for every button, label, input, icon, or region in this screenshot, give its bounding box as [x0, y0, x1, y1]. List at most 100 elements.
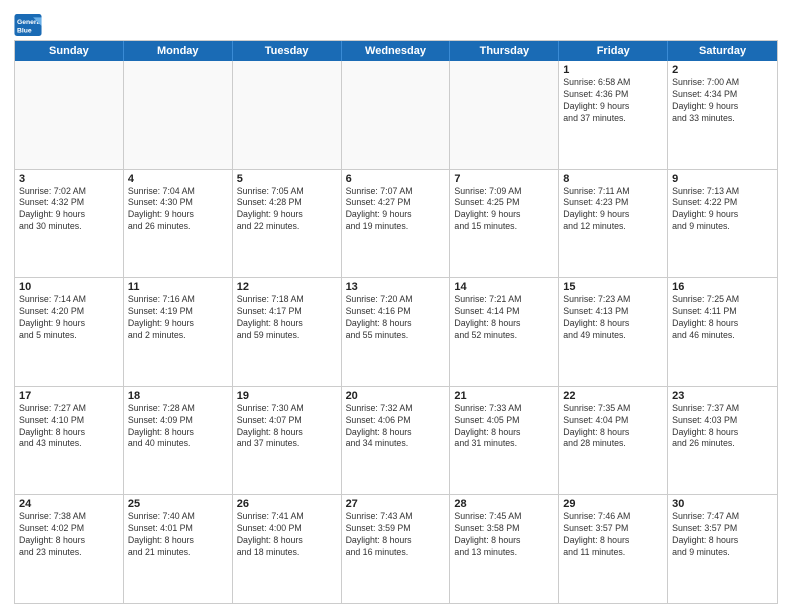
cal-cell-day-22: 22Sunrise: 7:35 AM Sunset: 4:04 PM Dayli…: [559, 387, 668, 495]
day-number: 28: [454, 498, 554, 510]
day-number: 25: [128, 498, 228, 510]
day-info: Sunrise: 7:33 AM Sunset: 4:05 PM Dayligh…: [454, 403, 554, 451]
day-number: 6: [346, 173, 446, 185]
cal-cell-day-4: 4Sunrise: 7:04 AM Sunset: 4:30 PM Daylig…: [124, 170, 233, 278]
cal-cell-day-25: 25Sunrise: 7:40 AM Sunset: 4:01 PM Dayli…: [124, 495, 233, 603]
day-info: Sunrise: 7:25 AM Sunset: 4:11 PM Dayligh…: [672, 294, 773, 342]
weekday-header-friday: Friday: [559, 41, 668, 61]
cal-cell-day-30: 30Sunrise: 7:47 AM Sunset: 3:57 PM Dayli…: [668, 495, 777, 603]
day-number: 12: [237, 281, 337, 293]
cal-cell-day-9: 9Sunrise: 7:13 AM Sunset: 4:22 PM Daylig…: [668, 170, 777, 278]
day-number: 30: [672, 498, 773, 510]
cal-row-4: 24Sunrise: 7:38 AM Sunset: 4:02 PM Dayli…: [15, 494, 777, 603]
logo-icon: General Blue: [14, 14, 42, 36]
day-number: 3: [19, 173, 119, 185]
day-number: 26: [237, 498, 337, 510]
cal-cell-day-27: 27Sunrise: 7:43 AM Sunset: 3:59 PM Dayli…: [342, 495, 451, 603]
cal-cell-empty: [233, 61, 342, 169]
day-number: 7: [454, 173, 554, 185]
calendar-body: 1Sunrise: 6:58 AM Sunset: 4:36 PM Daylig…: [15, 61, 777, 603]
cal-cell-day-13: 13Sunrise: 7:20 AM Sunset: 4:16 PM Dayli…: [342, 278, 451, 386]
day-info: Sunrise: 7:21 AM Sunset: 4:14 PM Dayligh…: [454, 294, 554, 342]
day-info: Sunrise: 7:02 AM Sunset: 4:32 PM Dayligh…: [19, 186, 119, 234]
cal-cell-day-24: 24Sunrise: 7:38 AM Sunset: 4:02 PM Dayli…: [15, 495, 124, 603]
cal-cell-day-17: 17Sunrise: 7:27 AM Sunset: 4:10 PM Dayli…: [15, 387, 124, 495]
cal-row-0: 1Sunrise: 6:58 AM Sunset: 4:36 PM Daylig…: [15, 61, 777, 169]
day-number: 19: [237, 390, 337, 402]
cal-cell-day-15: 15Sunrise: 7:23 AM Sunset: 4:13 PM Dayli…: [559, 278, 668, 386]
cal-cell-day-26: 26Sunrise: 7:41 AM Sunset: 4:00 PM Dayli…: [233, 495, 342, 603]
weekday-header-wednesday: Wednesday: [342, 41, 451, 61]
cal-cell-day-29: 29Sunrise: 7:46 AM Sunset: 3:57 PM Dayli…: [559, 495, 668, 603]
cal-cell-empty: [450, 61, 559, 169]
cal-cell-day-8: 8Sunrise: 7:11 AM Sunset: 4:23 PM Daylig…: [559, 170, 668, 278]
day-info: Sunrise: 7:07 AM Sunset: 4:27 PM Dayligh…: [346, 186, 446, 234]
day-info: Sunrise: 7:45 AM Sunset: 3:58 PM Dayligh…: [454, 511, 554, 559]
day-number: 20: [346, 390, 446, 402]
cal-cell-day-21: 21Sunrise: 7:33 AM Sunset: 4:05 PM Dayli…: [450, 387, 559, 495]
day-info: Sunrise: 7:46 AM Sunset: 3:57 PM Dayligh…: [563, 511, 663, 559]
calendar: SundayMondayTuesdayWednesdayThursdayFrid…: [14, 40, 778, 604]
cal-cell-day-23: 23Sunrise: 7:37 AM Sunset: 4:03 PM Dayli…: [668, 387, 777, 495]
day-info: Sunrise: 7:37 AM Sunset: 4:03 PM Dayligh…: [672, 403, 773, 451]
day-number: 22: [563, 390, 663, 402]
day-info: Sunrise: 7:28 AM Sunset: 4:09 PM Dayligh…: [128, 403, 228, 451]
day-number: 5: [237, 173, 337, 185]
day-info: Sunrise: 7:09 AM Sunset: 4:25 PM Dayligh…: [454, 186, 554, 234]
day-info: Sunrise: 7:47 AM Sunset: 3:57 PM Dayligh…: [672, 511, 773, 559]
day-info: Sunrise: 7:04 AM Sunset: 4:30 PM Dayligh…: [128, 186, 228, 234]
header: General Blue: [14, 10, 778, 36]
day-number: 2: [672, 64, 773, 76]
cal-row-1: 3Sunrise: 7:02 AM Sunset: 4:32 PM Daylig…: [15, 169, 777, 278]
cal-cell-empty: [342, 61, 451, 169]
day-number: 13: [346, 281, 446, 293]
weekday-header-tuesday: Tuesday: [233, 41, 342, 61]
cal-cell-day-5: 5Sunrise: 7:05 AM Sunset: 4:28 PM Daylig…: [233, 170, 342, 278]
cal-cell-empty: [15, 61, 124, 169]
cal-cell-day-6: 6Sunrise: 7:07 AM Sunset: 4:27 PM Daylig…: [342, 170, 451, 278]
day-info: Sunrise: 7:32 AM Sunset: 4:06 PM Dayligh…: [346, 403, 446, 451]
weekday-header-monday: Monday: [124, 41, 233, 61]
day-info: Sunrise: 7:43 AM Sunset: 3:59 PM Dayligh…: [346, 511, 446, 559]
day-info: Sunrise: 7:20 AM Sunset: 4:16 PM Dayligh…: [346, 294, 446, 342]
day-info: Sunrise: 7:14 AM Sunset: 4:20 PM Dayligh…: [19, 294, 119, 342]
day-info: Sunrise: 6:58 AM Sunset: 4:36 PM Dayligh…: [563, 77, 663, 125]
cal-cell-day-3: 3Sunrise: 7:02 AM Sunset: 4:32 PM Daylig…: [15, 170, 124, 278]
day-number: 18: [128, 390, 228, 402]
cal-cell-day-7: 7Sunrise: 7:09 AM Sunset: 4:25 PM Daylig…: [450, 170, 559, 278]
day-number: 8: [563, 173, 663, 185]
cal-cell-empty: [124, 61, 233, 169]
weekday-header-sunday: Sunday: [15, 41, 124, 61]
day-number: 1: [563, 64, 663, 76]
page: General Blue SundayMondayTuesdayWednesda…: [0, 0, 792, 612]
day-info: Sunrise: 7:18 AM Sunset: 4:17 PM Dayligh…: [237, 294, 337, 342]
day-info: Sunrise: 7:30 AM Sunset: 4:07 PM Dayligh…: [237, 403, 337, 451]
logo: General Blue: [14, 14, 42, 36]
day-info: Sunrise: 7:16 AM Sunset: 4:19 PM Dayligh…: [128, 294, 228, 342]
cal-cell-day-16: 16Sunrise: 7:25 AM Sunset: 4:11 PM Dayli…: [668, 278, 777, 386]
day-number: 27: [346, 498, 446, 510]
day-info: Sunrise: 7:35 AM Sunset: 4:04 PM Dayligh…: [563, 403, 663, 451]
day-info: Sunrise: 7:40 AM Sunset: 4:01 PM Dayligh…: [128, 511, 228, 559]
cal-cell-day-11: 11Sunrise: 7:16 AM Sunset: 4:19 PM Dayli…: [124, 278, 233, 386]
day-info: Sunrise: 7:13 AM Sunset: 4:22 PM Dayligh…: [672, 186, 773, 234]
cal-cell-day-14: 14Sunrise: 7:21 AM Sunset: 4:14 PM Dayli…: [450, 278, 559, 386]
day-number: 10: [19, 281, 119, 293]
svg-text:Blue: Blue: [17, 28, 32, 35]
day-number: 15: [563, 281, 663, 293]
day-info: Sunrise: 7:05 AM Sunset: 4:28 PM Dayligh…: [237, 186, 337, 234]
day-number: 17: [19, 390, 119, 402]
day-number: 23: [672, 390, 773, 402]
cal-cell-day-19: 19Sunrise: 7:30 AM Sunset: 4:07 PM Dayli…: [233, 387, 342, 495]
day-number: 14: [454, 281, 554, 293]
weekday-header-saturday: Saturday: [668, 41, 777, 61]
day-number: 29: [563, 498, 663, 510]
day-number: 4: [128, 173, 228, 185]
cal-cell-day-12: 12Sunrise: 7:18 AM Sunset: 4:17 PM Dayli…: [233, 278, 342, 386]
day-info: Sunrise: 7:27 AM Sunset: 4:10 PM Dayligh…: [19, 403, 119, 451]
cal-cell-day-18: 18Sunrise: 7:28 AM Sunset: 4:09 PM Dayli…: [124, 387, 233, 495]
day-info: Sunrise: 7:11 AM Sunset: 4:23 PM Dayligh…: [563, 186, 663, 234]
day-number: 11: [128, 281, 228, 293]
cal-row-3: 17Sunrise: 7:27 AM Sunset: 4:10 PM Dayli…: [15, 386, 777, 495]
cal-cell-day-28: 28Sunrise: 7:45 AM Sunset: 3:58 PM Dayli…: [450, 495, 559, 603]
